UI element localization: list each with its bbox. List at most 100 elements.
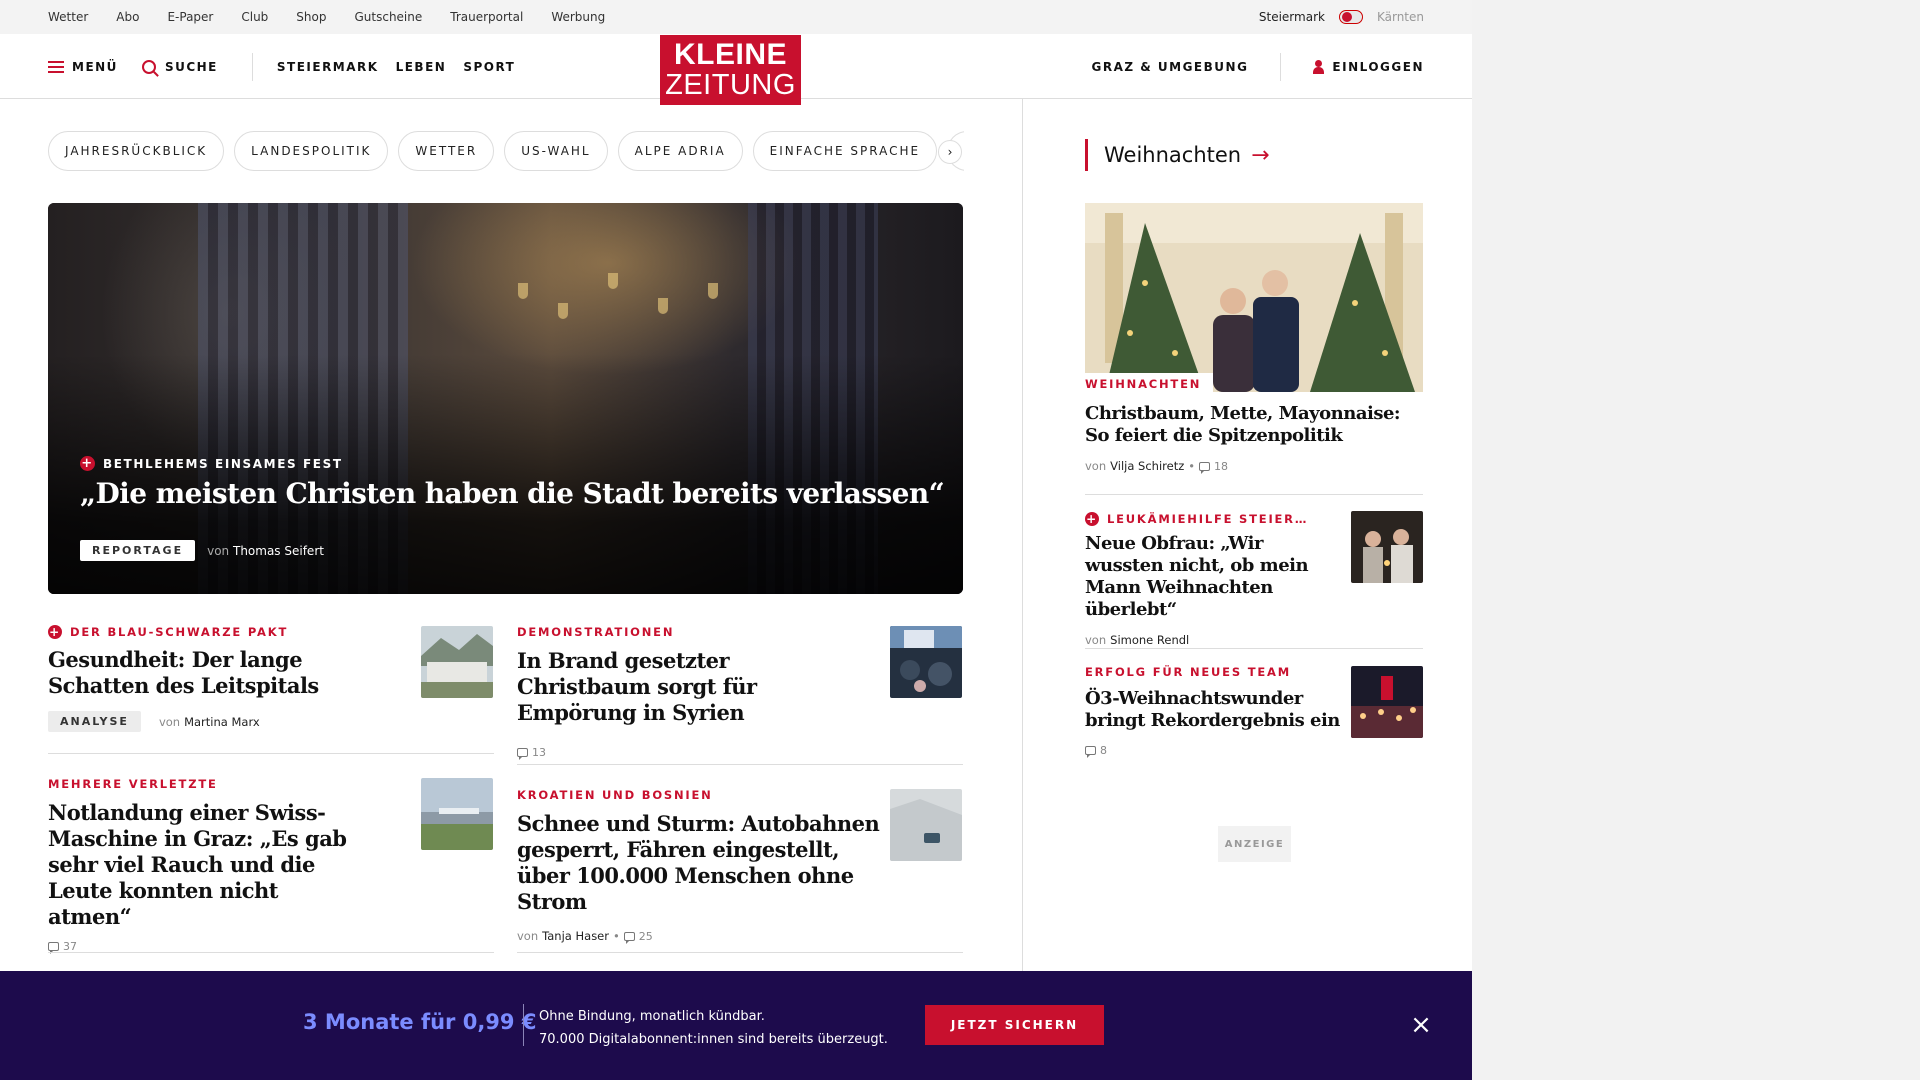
search-label: SUCHE [164, 59, 218, 74]
article-thumbnail[interactable] [890, 789, 962, 861]
author-name[interactable]: Martina Marx [184, 715, 260, 729]
sidebar-lead-image[interactable] [1085, 203, 1423, 392]
article-teaser[interactable]: MEHRERE VERLETZTE Notlandung einer Swiss… [48, 777, 358, 954]
article-meta: von Simone Rendl [1085, 633, 1190, 647]
sidebar-lead-article[interactable]: Christbaum, Mette, Mayonnaise: So feiert… [1085, 403, 1423, 474]
author-name[interactable]: Simone Rendl [1110, 633, 1189, 647]
chip-jahresrueckblick[interactable]: JAHRESRÜCKBLICK [48, 131, 225, 171]
toggle-knob [1341, 12, 1352, 22]
close-icon[interactable]: × [1410, 1012, 1432, 1038]
chip-us-wahl[interactable]: US-WAHL [504, 131, 608, 171]
sidebar-article[interactable]: ERFOLG FÜR NEUES TEAM Ö3-Weihnachtswunde… [1085, 665, 1345, 758]
author-name[interactable]: Vilja Schiretz [1110, 459, 1184, 473]
comment-icon [623, 931, 635, 944]
comment-count[interactable]: 13 [517, 746, 546, 760]
nav-graz-umgebung[interactable]: GRAZ & UMGEBUNG [1092, 60, 1249, 74]
author-name[interactable]: Thomas Seifert [233, 544, 324, 558]
comment-count[interactable]: 25 [623, 930, 653, 944]
util-link-wetter[interactable]: Wetter [48, 10, 88, 24]
menu-button[interactable]: MENÜ [48, 60, 118, 74]
search-button[interactable]: SUCHE [141, 59, 218, 74]
article-teaser[interactable]: + DER BLAU-SCHWARZE PAKT Gesundheit: Der … [48, 625, 348, 732]
article-title[interactable]: In Brand gesetzter Christbaum sorgt für … [517, 648, 857, 726]
article-title[interactable]: Schnee und Sturm: Autobahnen gesperrt, F… [517, 811, 887, 915]
util-link-epaper[interactable]: E-Paper [167, 10, 213, 24]
article-thumbnail[interactable] [1351, 666, 1423, 738]
divider [517, 764, 963, 765]
article-teaser[interactable]: KROATIEN UND BOSNIEN Schnee und Sturm: A… [517, 788, 887, 944]
article-title[interactable]: Neue Obfrau: „Wir wussten nicht, ob mein… [1085, 533, 1340, 621]
article-teaser[interactable]: DEMONSTRATIONEN In Brand gesetzter Chris… [517, 625, 877, 760]
article-title[interactable]: Gesundheit: Der lange Schatten des Leits… [48, 647, 338, 699]
nav-steiermark[interactable]: STEIERMARK [277, 60, 379, 74]
chip-wetter[interactable]: WETTER [398, 131, 495, 171]
hero-image-lamp [608, 273, 618, 289]
divider [517, 952, 963, 953]
article-title[interactable]: Notlandung einer Swiss-Maschine in Graz:… [48, 800, 353, 930]
header-left: MENÜ SUCHE STEIERMARK LEBEN SPORT [48, 34, 515, 99]
article-thumbnail[interactable] [1351, 511, 1423, 583]
chip-alpe-adria[interactable]: ALPE ADRIA [617, 131, 743, 171]
comment-icon [1199, 461, 1211, 474]
chevron-right-icon[interactable]: › [938, 140, 962, 164]
hero-byline: von Thomas Seifert [207, 543, 324, 558]
region-steiermark[interactable]: Steiermark [1259, 10, 1325, 24]
promo-price: 3 Monate für 0,99 € [303, 1010, 537, 1034]
region-toggle[interactable] [1338, 10, 1363, 24]
chip-landespolitik[interactable]: LANDESPOLITIK [234, 131, 389, 171]
login-label: EINLOGGEN [1332, 59, 1424, 74]
chip-einfache-sprache[interactable]: EINFACHE SPRACHE [752, 131, 938, 171]
comment-icon [517, 748, 528, 760]
article-kicker: MEHRERE VERLETZTE [48, 777, 218, 791]
hamburger-icon [48, 60, 64, 73]
article-thumbnail[interactable] [421, 778, 493, 850]
util-link-shop[interactable]: Shop [296, 10, 326, 24]
nav-sport[interactable]: SPORT [463, 60, 515, 74]
header-right: GRAZ & UMGEBUNG EINLOGGEN [1092, 34, 1425, 99]
divider [48, 952, 494, 953]
article-kicker: DEMONSTRATIONEN [517, 625, 675, 639]
kleine-zeitung-logo[interactable]: KLEINE ZEITUNG [660, 35, 801, 105]
comment-count[interactable]: 18 [1199, 460, 1228, 474]
comment-icon [48, 942, 59, 954]
article-title[interactable]: Christbaum, Mette, Mayonnaise: So feiert… [1085, 403, 1423, 447]
plus-icon: + [80, 456, 95, 471]
hero-kicker-text: BETHLEHEMS EINSAMES FEST [103, 456, 343, 471]
sidebar-article[interactable]: + LEUKÄMIEHILFE STEIER… Neue Obfrau: „Wir… [1085, 512, 1345, 647]
login-button[interactable]: EINLOGGEN [1313, 59, 1424, 74]
article-thumbnail[interactable] [421, 626, 493, 698]
subscribe-button[interactable]: JETZT SICHERN [925, 1005, 1104, 1045]
promo-divider [523, 1004, 524, 1046]
region-kaernten[interactable]: Kärnten [1377, 10, 1424, 24]
promo-line-1: Ohne Bindung, monatlich kündbar. [539, 1009, 765, 1024]
author-name[interactable]: Tanja Haser [542, 929, 609, 943]
header-divider [1280, 52, 1282, 81]
nav-leben[interactable]: LEBEN [396, 60, 447, 74]
util-link-gutscheine[interactable]: Gutscheine [354, 10, 422, 24]
page: Wetter Abo E-Paper Club Shop Gutscheine … [0, 0, 1472, 1080]
hero-teaser[interactable]: + BETHLEHEMS EINSAMES FEST „Die meisten … [48, 203, 963, 594]
article-thumbnail[interactable] [890, 626, 962, 698]
util-link-club[interactable]: Club [241, 10, 268, 24]
hero-title[interactable]: „Die meisten Christen haben die Stadt be… [80, 477, 945, 510]
article-kicker: KROATIEN UND BOSNIEN [517, 788, 713, 802]
hero-meta: REPORTAGE von Thomas Seifert [80, 540, 324, 561]
menu-label: MENÜ [72, 59, 118, 74]
plus-icon: + [1085, 512, 1099, 526]
analyse-tag: ANALYSE [48, 711, 141, 732]
comment-count[interactable]: 8 [1085, 744, 1107, 758]
util-link-werbung[interactable]: Werbung [551, 10, 605, 24]
article-title[interactable]: Ö3-Weihnachtswunder bringt Rekordergebni… [1085, 688, 1345, 732]
utility-bar: Wetter Abo E-Paper Club Shop Gutscheine … [0, 0, 1472, 34]
outside-viewport-area [1472, 0, 1920, 1080]
divider [48, 753, 494, 754]
util-link-abo[interactable]: Abo [116, 10, 139, 24]
promo-line-2: 70.000 Digitalabonnent:innen sind bereit… [539, 1032, 888, 1047]
article-meta: 13 [517, 746, 877, 760]
util-link-trauerportal[interactable]: Trauerportal [450, 10, 523, 24]
sidebar-heading[interactable]: Weihnachten → [1085, 139, 1270, 171]
promo-text: Ohne Bindung, monatlich kündbar. 70.000 … [539, 1005, 888, 1051]
article-meta: 8 [1085, 744, 1345, 758]
article-meta: ANALYSE von Martina Marx [48, 711, 348, 732]
hero-image-lamp [518, 283, 528, 299]
